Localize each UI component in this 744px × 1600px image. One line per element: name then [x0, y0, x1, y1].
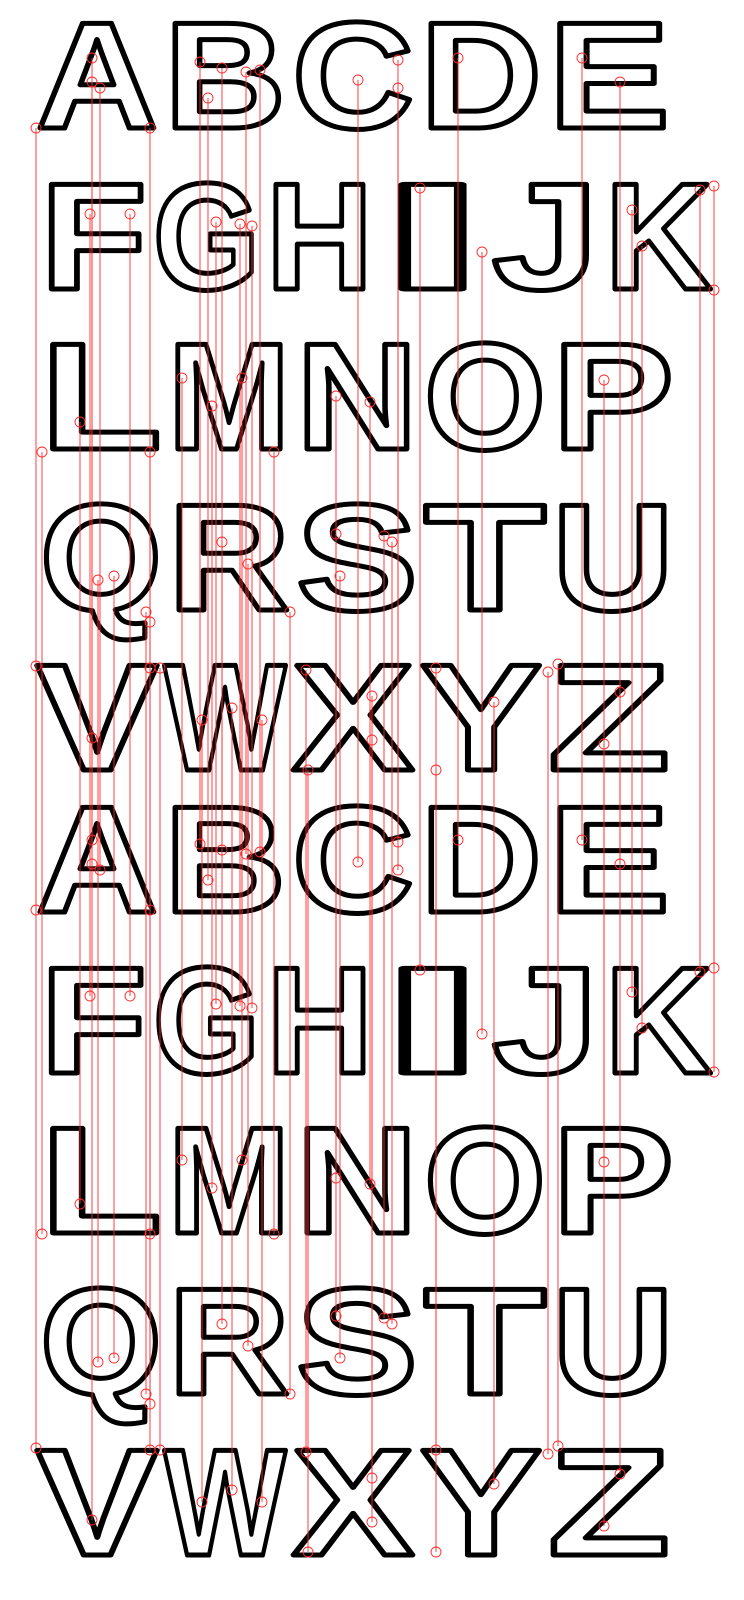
letter-glyph: T [424, 473, 546, 643]
letter-row: QRSTU [38, 471, 677, 646]
letter-glyph: I [379, 152, 486, 322]
letter-glyph: W [164, 1418, 286, 1588]
letter-glyph: J [492, 936, 599, 1106]
alphabet-outline-diagram: A B C D EF G H I J KL M N O PQ R S T UV W X Y ZA B C D EF G H I J KL M N… [30, 0, 720, 1591]
letter-glyph: U [552, 1257, 674, 1427]
letter-glyph: H [266, 936, 373, 1106]
letter-grid: A B C D EF G H I J KL M N O PQ R S T UV W X Y ZA B C D EF G H I J KL M N… [34, 0, 715, 1591]
letter-glyph: B [164, 0, 286, 161]
letter-glyph: U [552, 473, 674, 643]
letter-glyph: E [548, 775, 670, 945]
letter-glyph: G [153, 152, 260, 322]
letter-glyph: R [168, 473, 290, 643]
letter-glyph: L [40, 312, 162, 482]
letter-glyph: Y [420, 1418, 542, 1588]
letter-row: FGHIJK [38, 150, 715, 325]
letter-glyph: N [296, 312, 418, 482]
letter-glyph: P [552, 312, 674, 482]
letter-glyph: V [36, 1418, 158, 1588]
letter-row: LMNOP [38, 310, 677, 485]
letter-glyph: R [168, 1257, 290, 1427]
letter-glyph: G [153, 936, 260, 1106]
letter-glyph: L [40, 1096, 162, 1266]
letter-glyph: O [424, 312, 546, 482]
letter-glyph: P [552, 1096, 674, 1266]
letter-glyph: Z [548, 1418, 670, 1588]
letter-glyph: O [424, 1096, 546, 1266]
letter-glyph: F [40, 936, 147, 1106]
letter-glyph: T [424, 1257, 546, 1427]
letter-row: LMNOP [38, 1094, 677, 1269]
letter-glyph: E [548, 0, 670, 161]
letter-row: VWXYZ [34, 1416, 673, 1591]
letter-glyph: S [296, 1257, 418, 1427]
letter-glyph: D [420, 0, 542, 161]
letter-glyph: N [296, 1096, 418, 1266]
letter-glyph: I [379, 936, 486, 1106]
letter-glyph: M [168, 1096, 290, 1266]
letter-row: FGHIJK [38, 934, 715, 1109]
letter-glyph: K [605, 152, 712, 322]
letter-glyph: Q [40, 1257, 162, 1427]
letter-glyph: S [296, 473, 418, 643]
letter-row: QRSTU [38, 1255, 677, 1430]
letter-glyph: X [292, 1418, 414, 1588]
letter-glyph: J [492, 152, 599, 322]
letter-glyph: Q [40, 473, 162, 643]
letter-glyph: A [36, 775, 158, 945]
letter-glyph: D [420, 775, 542, 945]
letter-glyph: F [40, 152, 147, 322]
letter-glyph: K [605, 936, 712, 1106]
letter-glyph: H [266, 152, 373, 322]
